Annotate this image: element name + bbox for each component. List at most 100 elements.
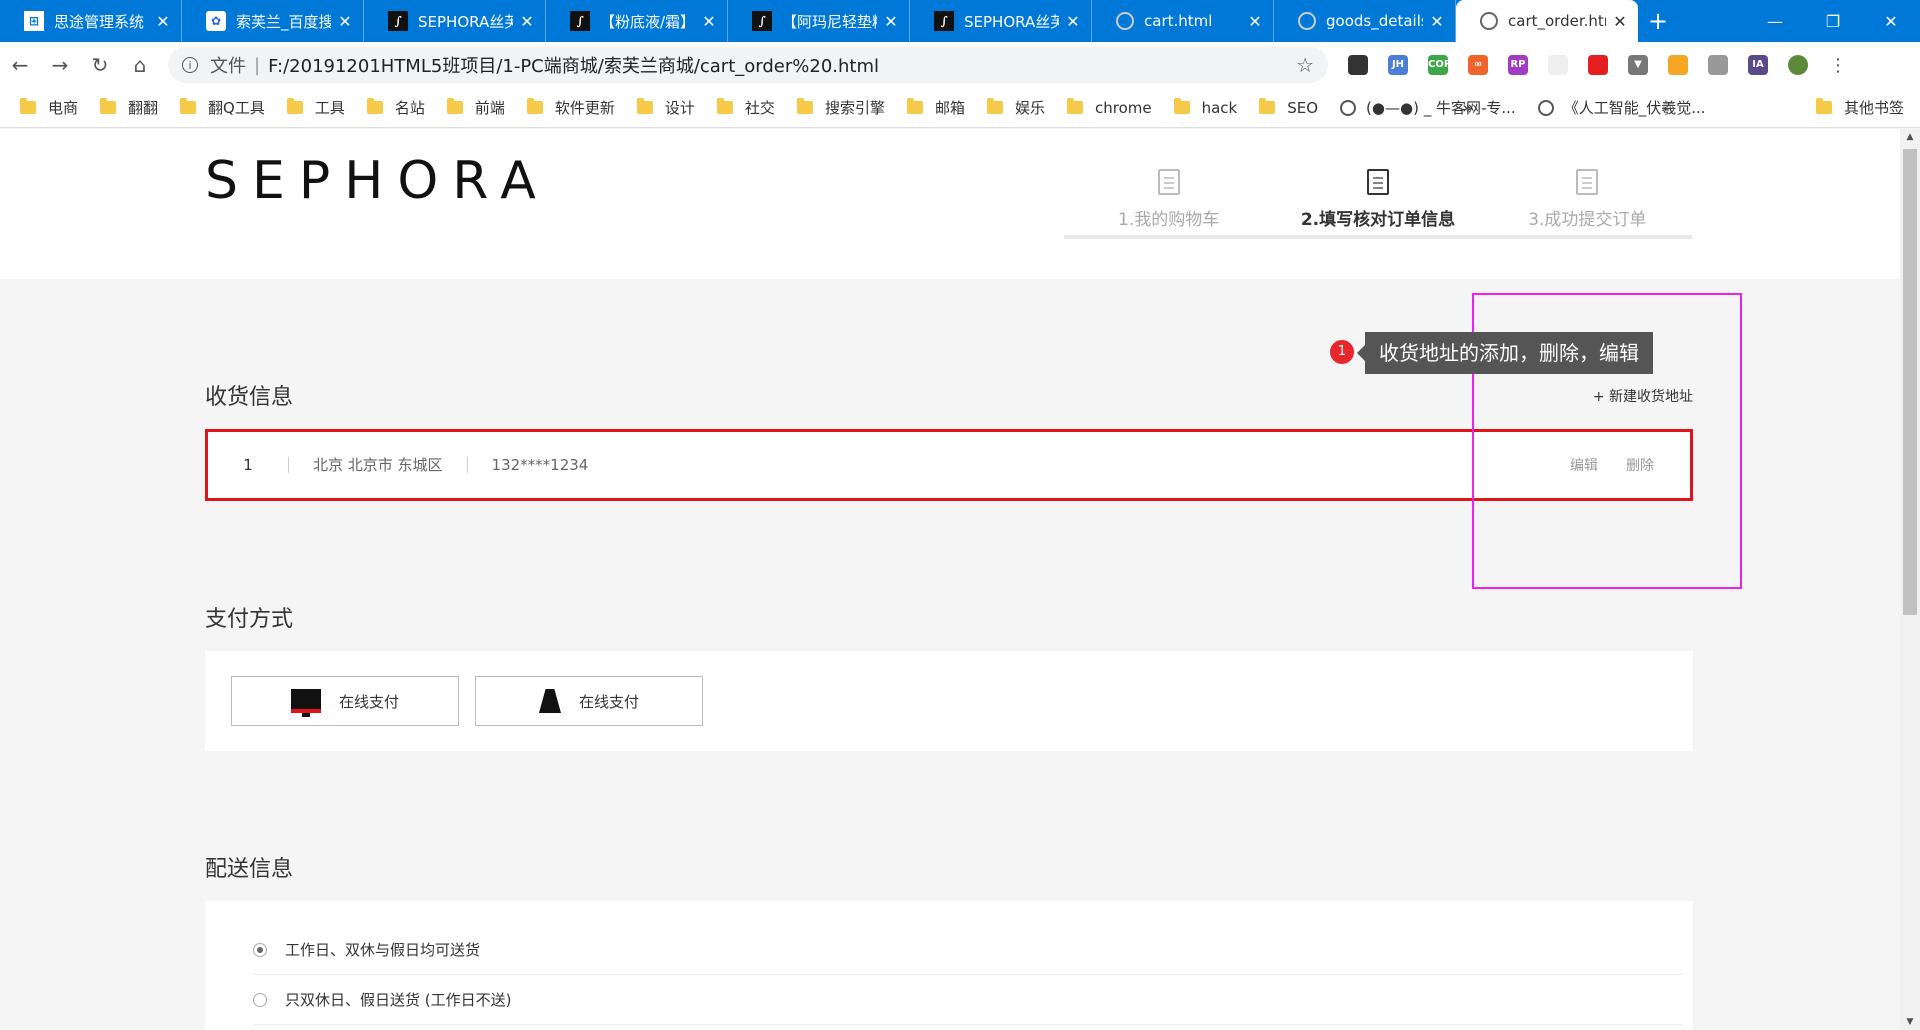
- browser-tab[interactable]: ∫ 【阿玛尼轻垫精 ✕: [728, 0, 910, 42]
- new-tab-button[interactable]: +: [1638, 0, 1678, 42]
- restore-icon[interactable]: ❐: [1804, 0, 1862, 42]
- vue-extension-icon[interactable]: ▼: [1618, 47, 1658, 83]
- bookmarks-more-icon[interactable]: »: [1462, 98, 1472, 117]
- bookmark-folder[interactable]: 邮箱: [906, 97, 965, 118]
- minimize-icon[interactable]: —: [1746, 0, 1804, 42]
- bookmark-link[interactable]: 《人工智能_伏羲觉...: [1537, 97, 1706, 118]
- ia-extension-icon[interactable]: IA: [1738, 47, 1778, 83]
- page-scrollbar[interactable]: ▲ ▼: [1900, 129, 1920, 1030]
- address-row[interactable]: 1 北京 北京市 东城区 132****1234 编辑 删除: [205, 429, 1693, 501]
- browser-tab-active[interactable]: cart_order.htm ✕: [1456, 0, 1638, 42]
- step-label: 1.我的购物车: [1118, 210, 1220, 230]
- info-icon[interactable]: i: [182, 57, 198, 73]
- tab-close-icon[interactable]: ✕: [883, 12, 899, 31]
- adblock-extension-icon[interactable]: [1578, 47, 1618, 83]
- step-label: 3.成功提交订单: [1528, 210, 1647, 230]
- figure-icon: [538, 689, 561, 713]
- extension-glyph: [1668, 55, 1688, 75]
- bookmark-folder[interactable]: 前端: [446, 97, 505, 118]
- tab-title: cart.html: [1144, 12, 1213, 30]
- bookmark-folder[interactable]: 搜索引擎: [796, 97, 885, 118]
- delivery-option[interactable]: 只双休日、假日送货 (工作日不送): [253, 975, 1683, 1025]
- folder-icon: [20, 98, 36, 114]
- profile-avatar[interactable]: [1778, 47, 1818, 83]
- browser-tab[interactable]: ∫ 【粉底液/霜】 ✕: [546, 0, 728, 42]
- blank-extension-icon[interactable]: [1538, 47, 1578, 83]
- bookmark-folder[interactable]: chrome: [1066, 98, 1152, 117]
- folder-icon: [286, 98, 303, 114]
- menu-icon[interactable]: ⋮: [1818, 47, 1858, 83]
- close-window-icon[interactable]: ✕: [1862, 0, 1920, 42]
- bookmark-label: 软件更新: [554, 99, 615, 117]
- folder-icon: [796, 98, 813, 114]
- home-icon[interactable]: ⌂: [120, 47, 160, 83]
- delivery-panel: 工作日、双休与假日均可送货 只双休日、假日送货 (工作日不送): [205, 901, 1693, 1030]
- bookmark-folder[interactable]: 工具: [286, 97, 345, 118]
- bookmark-folder[interactable]: SEO: [1259, 98, 1319, 117]
- extension-glyph: CORS: [1428, 55, 1459, 75]
- bookmark-label: 工具: [314, 99, 345, 117]
- bookmark-folder[interactable]: 娱乐: [986, 97, 1045, 118]
- tab-close-icon[interactable]: ✕: [1429, 12, 1445, 31]
- cloud-extension-icon[interactable]: [1338, 47, 1378, 83]
- globe-icon: [1298, 12, 1316, 30]
- scroll-up-arrow-icon[interactable]: ▲: [1900, 129, 1920, 145]
- browser-tab[interactable]: goods_details ✕: [1274, 0, 1456, 42]
- tab-title: SEPHORA丝芙: [418, 12, 513, 31]
- infinity-extension-icon[interactable]: ∞: [1458, 47, 1498, 83]
- rp-extension-icon[interactable]: RP: [1498, 47, 1538, 83]
- bookmark-link[interactable]: (●—●) _ 牛客网-专...: [1340, 97, 1516, 118]
- browser-tab[interactable]: ✿ 索芙兰_百度搜 ✕: [182, 0, 364, 42]
- address-bar[interactable]: i 文件 | F:/20191201HTML5班项目/1-PC端商城/索芙兰商城…: [168, 47, 1328, 83]
- jh-extension-icon[interactable]: JH: [1378, 47, 1418, 83]
- tab-close-icon[interactable]: ✕: [1247, 12, 1263, 31]
- back-icon[interactable]: ←: [0, 47, 40, 83]
- tab-title: 索芙兰_百度搜: [236, 12, 331, 31]
- extension-glyph: ∞: [1468, 55, 1488, 75]
- page-viewport: SEPHORA 1.我的购物车 2.填写核对订单信息 3.成功提交订单 收货信息…: [0, 129, 1900, 1030]
- bookmark-folder[interactable]: 名站: [366, 97, 425, 118]
- tab-close-icon[interactable]: ✕: [337, 12, 353, 31]
- address-url[interactable]: F:/20191201HTML5班项目/1-PC端商城/索芙兰商城/cart_o…: [268, 52, 1296, 78]
- delivery-option[interactable]: 工作日、双休与假日均可送货: [253, 925, 1683, 975]
- bookmark-label: 《人工智能_伏羲觉...: [1563, 99, 1706, 117]
- scrollbar-thumb[interactable]: [1903, 149, 1917, 615]
- tab-close-icon[interactable]: ✕: [155, 12, 171, 31]
- folder-icon: [716, 98, 733, 114]
- online-pay-button[interactable]: 在线支付: [475, 676, 703, 726]
- reload-icon[interactable]: ↻: [80, 47, 120, 83]
- baidu-paw-icon: ✿: [206, 11, 226, 31]
- browser-tab[interactable]: ⊞ 思途管理系统 ✕: [0, 0, 182, 42]
- cors-extension-icon[interactable]: CORS: [1418, 47, 1459, 83]
- other-bookmarks[interactable]: 其他书签: [1815, 97, 1904, 118]
- extensions-area: JH CORS ∞ RP ▼ IA: [1338, 47, 1778, 83]
- share-extension-icon[interactable]: [1698, 47, 1738, 83]
- scroll-down-arrow-icon[interactable]: ▼: [1900, 1014, 1920, 1030]
- bookmark-star-icon[interactable]: ☆: [1296, 53, 1314, 77]
- tab-title: 【粉底液/霜】: [600, 12, 695, 31]
- browser-tab[interactable]: cart.html ✕: [1092, 0, 1274, 42]
- address-index: 1: [243, 456, 253, 474]
- radio-selected[interactable]: [253, 942, 267, 957]
- tab-close-icon[interactable]: ✕: [701, 12, 717, 31]
- browser-tab[interactable]: ∫ SEPHORA丝芙 ✕: [364, 0, 546, 42]
- online-pay-button[interactable]: 在线支付: [231, 676, 459, 726]
- bookmark-folder[interactable]: 设计: [636, 97, 695, 118]
- bookmark-label: SEO: [1287, 98, 1319, 117]
- browser-tab[interactable]: ∫ SEPHORA丝芙 ✕: [910, 0, 1092, 42]
- color-extension-icon[interactable]: [1658, 47, 1698, 83]
- sephora-logo[interactable]: SEPHORA: [205, 151, 550, 211]
- bookmark-folder[interactable]: 翻翻: [100, 97, 158, 118]
- tab-close-icon[interactable]: ✕: [1065, 12, 1081, 31]
- pay-label: 在线支付: [338, 692, 399, 711]
- bookmark-label: 娱乐: [1014, 99, 1045, 117]
- forward-icon[interactable]: →: [40, 47, 80, 83]
- radio-unselected[interactable]: [253, 992, 267, 1007]
- bookmark-folder[interactable]: 翻Q工具: [180, 97, 265, 118]
- bookmark-folder[interactable]: 电商: [20, 97, 78, 118]
- bookmark-folder[interactable]: 社交: [716, 97, 775, 118]
- tab-close-icon[interactable]: ✕: [1612, 12, 1628, 31]
- tab-close-icon[interactable]: ✕: [519, 12, 535, 31]
- bookmark-folder[interactable]: 软件更新: [526, 97, 615, 118]
- bookmark-folder[interactable]: hack: [1173, 98, 1237, 117]
